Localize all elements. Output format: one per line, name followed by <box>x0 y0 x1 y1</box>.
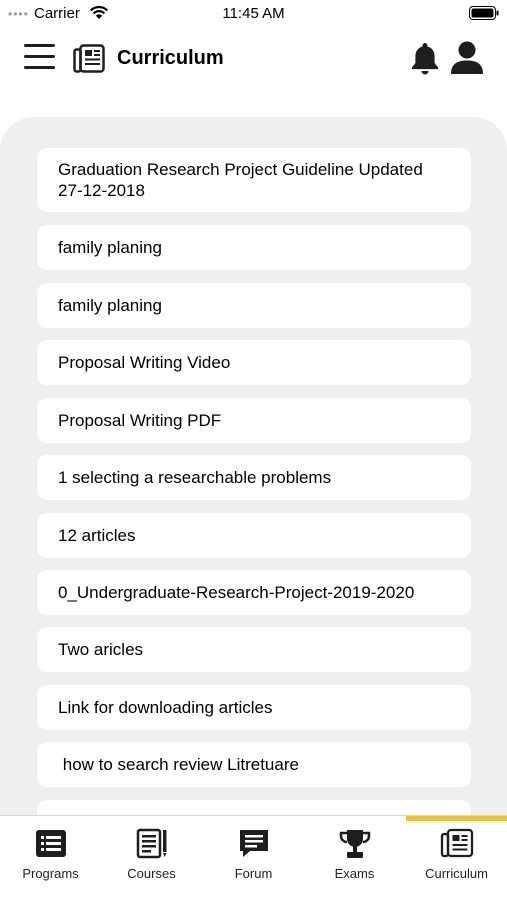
curriculum-item[interactable]: Graduation Research Project Guideline Up… <box>37 148 471 212</box>
tab-bar: Programs Courses Forum Exams Curriculum <box>0 815 507 900</box>
user-icon[interactable] <box>449 40 485 81</box>
tab-exams[interactable]: Exams <box>304 816 405 900</box>
tab-courses[interactable]: Courses <box>101 816 202 900</box>
curriculum-item-label: Proposal Writing Video <box>58 353 231 372</box>
newspaper-icon <box>440 827 474 861</box>
tab-programs[interactable]: Programs <box>0 816 101 900</box>
tab-forum[interactable]: Forum <box>203 816 304 900</box>
chat-icon <box>237 827 271 861</box>
tab-label: Forum <box>234 866 273 881</box>
list-icon <box>34 827 68 861</box>
curriculum-item-label: family planing <box>58 238 162 257</box>
bell-icon[interactable] <box>410 42 440 81</box>
curriculum-item[interactable]: family planing <box>37 283 471 328</box>
clock: 11:45 AM <box>222 5 285 22</box>
tab-label: Curriculum <box>425 866 488 881</box>
tab-label: Courses <box>127 866 176 881</box>
active-tab-indicator <box>406 816 507 821</box>
curriculum-item-label: Proposal Writing PDF <box>58 411 222 430</box>
curriculum-item-label: Link for downloading articles <box>58 698 273 717</box>
curriculum-list: Graduation Research Project Guideline Up… <box>0 117 507 817</box>
hamburger-menu-icon[interactable] <box>24 44 56 72</box>
curriculum-item[interactable]: family planing <box>37 225 471 270</box>
curriculum-item-label: 0_Undergraduate-Research-Project-2019-20… <box>58 583 415 602</box>
curriculum-item[interactable]: Two aricles <box>37 627 471 672</box>
curriculum-item-label: family planing <box>58 296 162 315</box>
curriculum-item[interactable]: how to search review Litretuare <box>37 742 471 787</box>
curriculum-item-label: 12 articles <box>58 526 136 545</box>
curriculum-item[interactable]: Proposal Writing Video <box>37 340 471 385</box>
curriculum-item-label: Graduation Research Project Guideline Up… <box>58 160 428 200</box>
curriculum-item[interactable]: Proposal Writing PDF <box>37 398 471 443</box>
tab-curriculum[interactable]: Curriculum <box>406 816 507 900</box>
nav-bar: Curriculum <box>0 36 507 82</box>
tab-label: Programs <box>22 866 79 881</box>
newspaper-icon <box>73 44 105 79</box>
curriculum-item-label: how to search review Litretuare <box>58 755 299 774</box>
tab-label: Exams <box>334 866 375 881</box>
curriculum-item-label: 1 selecting a researchable problems <box>58 468 332 487</box>
curriculum-item[interactable]: 0_Undergraduate-Research-Project-2019-20… <box>37 570 471 615</box>
trophy-icon <box>338 827 372 861</box>
curriculum-item[interactable]: 1 selecting a researchable problems <box>37 455 471 500</box>
status-bar: •••• Carrier 11:45 AM <box>0 0 507 26</box>
curriculum-item-label: Two aricles <box>58 640 144 659</box>
curriculum-item[interactable]: 12 articles <box>37 513 471 558</box>
notes-icon <box>135 827 169 861</box>
battery-icon <box>469 6 499 25</box>
page-title: Curriculum <box>117 47 224 69</box>
curriculum-item[interactable]: Link for downloading articles <box>37 685 471 730</box>
